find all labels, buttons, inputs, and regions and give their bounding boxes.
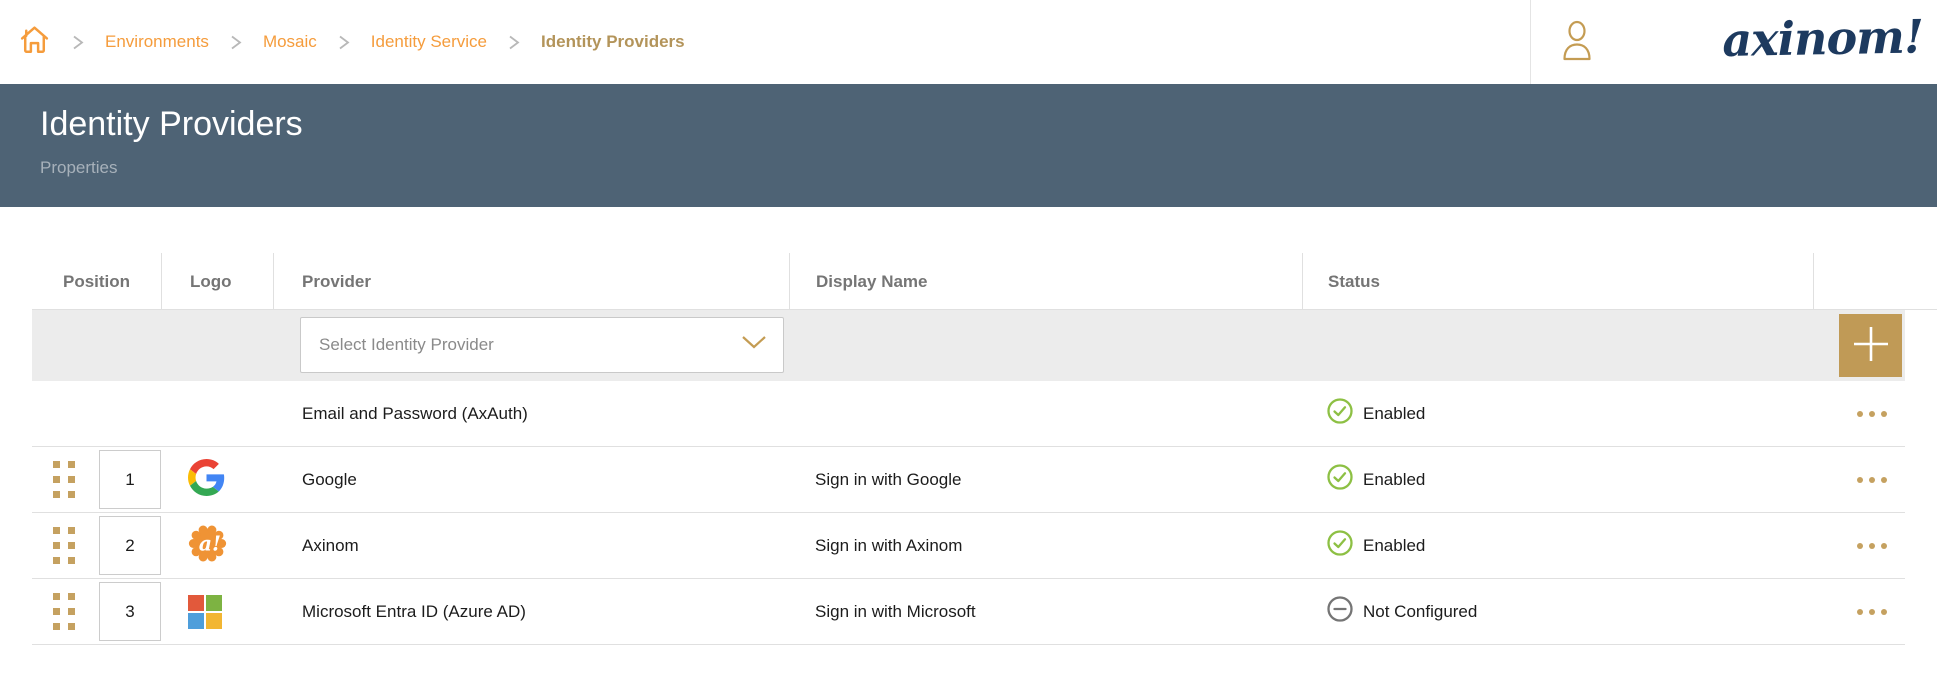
axinom-logo: axinom! — [1744, 4, 1923, 71]
chevron-right-icon — [507, 34, 521, 51]
chevron-right-icon — [229, 34, 243, 51]
minus-circle-icon — [1327, 596, 1353, 627]
position-value: 2 — [99, 516, 161, 575]
status-cell: Not Configured — [1302, 579, 1813, 644]
position-cell: 2 — [32, 513, 161, 578]
position-cell — [32, 381, 161, 446]
logo-cell — [161, 579, 273, 644]
chevron-right-icon — [337, 34, 351, 51]
table-row: 3 Microsoft Entra ID (Azure AD) Sign in … — [32, 579, 1905, 645]
check-circle-icon — [1327, 398, 1353, 429]
google-logo — [188, 459, 225, 501]
axinom-logo: a! — [188, 524, 227, 568]
column-header-display-name: Display Name — [789, 253, 1302, 310]
row-menu-button[interactable] — [1857, 411, 1887, 417]
chevron-right-icon — [71, 34, 85, 51]
page-header: Identity Providers Properties — [0, 84, 1937, 207]
page-subtitle: Properties — [40, 158, 1937, 178]
column-header-provider: Provider — [273, 253, 789, 310]
breadcrumb: Environments Mosaic Identity Service Ide… — [18, 0, 685, 84]
table-row: Email and Password (AxAuth) Enabled — [32, 381, 1905, 447]
actions-cell — [1813, 579, 1905, 644]
status-cell: Enabled — [1302, 447, 1813, 512]
position-value: 1 — [99, 450, 161, 509]
provider-name: Email and Password (AxAuth) — [273, 381, 789, 446]
svg-text:a!: a! — [199, 531, 221, 555]
plus-icon — [1851, 324, 1891, 367]
microsoft-logo — [188, 595, 222, 629]
table-row: 1 Google Sign in with Google En — [32, 447, 1905, 513]
status-cell: Enabled — [1302, 513, 1813, 578]
position-value: 3 — [99, 582, 161, 641]
breadcrumb-mosaic[interactable]: Mosaic — [263, 32, 317, 52]
position-cell: 3 — [32, 579, 161, 644]
breadcrumb-identity-service[interactable]: Identity Service — [371, 32, 487, 52]
provider-name: Google — [273, 447, 789, 512]
breadcrumb-identity-providers: Identity Providers — [541, 32, 685, 52]
position-cell: 1 — [32, 447, 161, 512]
breadcrumb-environments[interactable]: Environments — [105, 32, 209, 52]
identity-provider-select[interactable]: Select Identity Provider — [300, 317, 784, 373]
home-icon[interactable] — [18, 23, 51, 61]
logo-cell — [161, 381, 273, 446]
status-label: Enabled — [1363, 404, 1425, 424]
user-profile-button[interactable] — [1560, 20, 1594, 64]
provider-name: Axinom — [273, 513, 789, 578]
status-label: Enabled — [1363, 536, 1425, 556]
drag-handle-icon[interactable] — [53, 461, 75, 498]
display-name — [789, 381, 1302, 446]
logo-cell: a! — [161, 513, 273, 578]
table-row: 2 a! — [32, 513, 1905, 579]
display-name: Sign in with Google — [789, 447, 1302, 512]
column-header-status: Status — [1302, 253, 1813, 310]
row-menu-button[interactable] — [1857, 543, 1887, 549]
drag-handle-icon[interactable] — [53, 527, 75, 564]
display-name: Sign in with Microsoft — [789, 579, 1302, 644]
select-placeholder: Select Identity Provider — [319, 335, 494, 355]
identity-providers-page: Environments Mosaic Identity Service Ide… — [0, 0, 1937, 685]
logo-cell — [161, 447, 273, 512]
add-provider-button[interactable] — [1839, 314, 1902, 377]
column-header-position: Position — [32, 253, 161, 310]
table-filter-row: Select Identity Provider — [32, 310, 1905, 381]
topbar-divider — [1530, 0, 1531, 84]
table-header-row: Position Logo Provider Display Name Stat… — [32, 253, 1905, 310]
actions-cell — [1813, 447, 1905, 512]
status-label: Enabled — [1363, 470, 1425, 490]
drag-handle-icon[interactable] — [53, 593, 75, 630]
column-header-actions — [1813, 253, 1905, 310]
check-circle-icon — [1327, 530, 1353, 561]
status-label: Not Configured — [1363, 602, 1477, 622]
provider-name: Microsoft Entra ID (Azure AD) — [273, 579, 789, 644]
identity-providers-table: Position Logo Provider Display Name Stat… — [32, 253, 1905, 645]
display-name: Sign in with Axinom — [789, 513, 1302, 578]
row-menu-button[interactable] — [1857, 609, 1887, 615]
status-cell: Enabled — [1302, 381, 1813, 446]
check-circle-icon — [1327, 464, 1353, 495]
page-title: Identity Providers — [40, 104, 1937, 145]
actions-cell — [1813, 513, 1905, 578]
row-menu-button[interactable] — [1857, 477, 1887, 483]
top-bar: Environments Mosaic Identity Service Ide… — [0, 0, 1937, 84]
actions-cell — [1813, 381, 1905, 446]
chevron-down-icon — [741, 335, 767, 355]
column-header-logo: Logo — [161, 253, 273, 310]
